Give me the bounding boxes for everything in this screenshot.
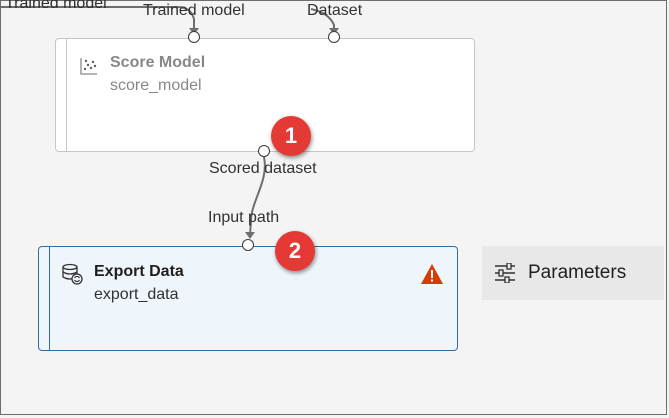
score-model-node[interactable]: Score Model score_model [55, 38, 475, 152]
callout-marker-1: 1 [271, 116, 311, 156]
parameters-panel-button[interactable]: Parameters [482, 246, 664, 300]
database-sync-icon [62, 263, 83, 285]
output-port-scored-dataset[interactable] [258, 145, 270, 157]
node-subtitle: score_model [110, 77, 202, 94]
port-label-dataset: Dataset [307, 2, 363, 19]
node-title: Score Model [110, 54, 206, 71]
node-stripe [49, 247, 50, 350]
sliders-icon [495, 263, 515, 283]
input-port-dataset[interactable] [328, 31, 340, 43]
parameters-label: Parameters [528, 262, 627, 283]
scatter-plot-icon [80, 58, 97, 75]
warning-icon[interactable] [420, 263, 444, 285]
node-stripe [66, 39, 67, 151]
node-subtitle: export_data [94, 286, 179, 303]
edge-source-label: Trained model [5, 0, 107, 12]
pipeline-canvas[interactable]: Trained model Trained model Dataset Scor… [0, 0, 667, 415]
port-label-input-path: Input path [208, 209, 280, 226]
node-title: Export Data [94, 263, 184, 280]
callout-marker-2: 2 [275, 231, 315, 271]
input-port-input-path[interactable] [242, 239, 254, 251]
port-label-trained-model: Trained model [143, 2, 245, 19]
input-port-trained-model[interactable] [188, 31, 200, 43]
arrowhead-input-path [245, 232, 255, 239]
port-label-scored-dataset: Scored dataset [209, 160, 317, 177]
export-data-node[interactable]: Export Data export_data [38, 246, 458, 351]
